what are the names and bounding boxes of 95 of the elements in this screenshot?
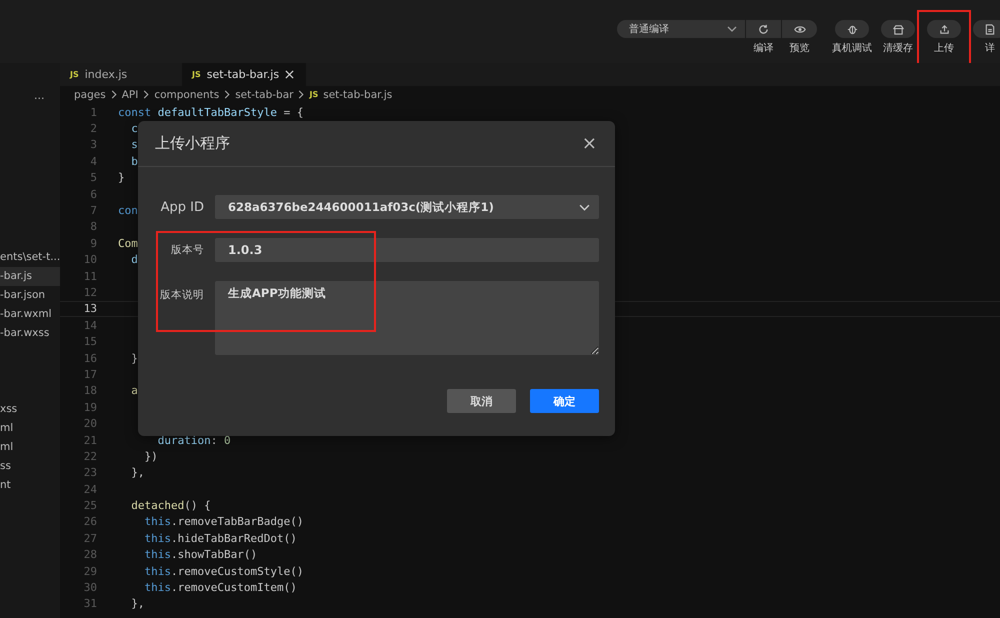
file-item[interactable]: ents\set-t... [0, 248, 60, 267]
file-item[interactable]: -bar.wxml [0, 305, 60, 324]
file-item[interactable]: -bar.json [0, 286, 60, 305]
dialog-title: 上传小程序 [155, 134, 230, 153]
code-line: a [130, 384, 138, 398]
line-number: 26 [82, 515, 97, 528]
line-number: 14 [82, 318, 97, 332]
line-number: 11 [82, 270, 97, 283]
file-type-label: JS [309, 90, 318, 99]
breadcrumb-item[interactable]: API [122, 88, 138, 100]
file-item[interactable]: ml [0, 438, 60, 457]
app-id-select[interactable]: 628a6376be244600011af03c(测试小程序1) [215, 195, 599, 219]
code-line: d [130, 253, 138, 266]
close-icon[interactable] [285, 70, 294, 79]
cancel-button[interactable]: 取消 [447, 389, 516, 413]
line-number: 16 [82, 352, 97, 365]
line-number: 24 [82, 482, 97, 496]
line-number: 18 [82, 384, 97, 398]
field-label: 版本说明 [159, 288, 204, 302]
refresh-icon [758, 24, 769, 34]
chevron-right-icon [110, 90, 117, 99]
line-number: 10 [82, 253, 97, 266]
line-number: 3 [89, 138, 97, 152]
version-field[interactable]: 1.0.3 [215, 238, 599, 262]
line-number: 28 [82, 548, 97, 562]
line-number: 12 [82, 286, 97, 299]
chevron-right-icon [298, 90, 304, 99]
line-number: 4 [89, 154, 97, 168]
code-line: this.removeCustomStyle() [143, 564, 304, 578]
code-line: c [130, 122, 138, 136]
chevron-right-icon [143, 90, 150, 99]
code-line: detached() { [130, 499, 211, 512]
line-number: 31 [82, 597, 97, 610]
editor-tab[interactable]: JS index.js [60, 63, 182, 86]
line-number: 20 [82, 417, 97, 430]
code-line: Com [118, 236, 138, 250]
line-number: 5 [89, 171, 97, 184]
chevron-right-icon [224, 90, 230, 99]
code-line: b [130, 154, 138, 168]
field-label: 版本号 [170, 243, 204, 257]
line-number: 8 [89, 220, 97, 234]
file-item[interactable]: -bar.js [0, 267, 60, 286]
line-number: 9 [89, 236, 97, 250]
line-number: 2 [89, 122, 97, 136]
mode-select[interactable]: 普通编译 [617, 20, 745, 38]
file-item[interactable]: xss [0, 400, 60, 419]
editor-tab[interactable]: JS set-tab-bar.js [182, 63, 306, 86]
code-line: }, [130, 597, 144, 610]
line-number: 22 [82, 450, 97, 463]
breadcrumb-item[interactable]: set-tab-bar [235, 88, 294, 100]
bug-icon [846, 24, 858, 34]
confirm-button[interactable]: 确定 [530, 389, 599, 413]
code-line: s [130, 138, 138, 152]
line-number: 23 [82, 466, 97, 480]
code-line: con [118, 204, 138, 218]
line-number: 30 [82, 581, 97, 594]
store-icon [892, 24, 904, 34]
line-number: 29 [82, 564, 97, 578]
more-button[interactable]: ... [34, 89, 44, 102]
line-number: 21 [82, 434, 97, 446]
field-label: App ID [160, 200, 204, 214]
code-line: duration: 0 [156, 434, 231, 446]
close-button[interactable]: × [578, 133, 601, 154]
eye-icon [794, 24, 806, 34]
code-line: this.removeTabBarBadge() [143, 515, 304, 528]
chevron-down-icon [579, 204, 590, 210]
file-item[interactable]: -bar.wxss [0, 324, 60, 343]
code-line: }) [143, 450, 158, 463]
chevron-down-icon [727, 26, 737, 32]
description-field[interactable]: 生成APP功能测试 [215, 281, 599, 355]
line-number: 15 [82, 335, 97, 348]
document-icon [985, 24, 995, 34]
code-line: } [130, 352, 138, 365]
line-number: 7 [89, 204, 97, 218]
line-number: 13 [82, 302, 97, 316]
line-number: 27 [82, 532, 97, 545]
file-item[interactable]: ml [0, 419, 60, 438]
breadcrumb-item[interactable]: pages [74, 88, 106, 100]
file-item[interactable]: ss [0, 457, 60, 476]
code-line: const defaultTabBarStyle = { [118, 106, 304, 119]
line-number: 25 [82, 499, 97, 512]
code-line: this.hideTabBarRedDot() [143, 532, 297, 545]
line-number: 19 [82, 400, 97, 414]
line-number: 1 [89, 106, 97, 119]
code-line: } [118, 171, 125, 184]
file-item[interactable]: nt [0, 476, 60, 495]
upload-icon [938, 24, 950, 34]
breadcrumb-item[interactable]: components [154, 88, 220, 100]
breadcrumb-item[interactable]: set-tab-bar.js [323, 88, 392, 100]
code-line: this.showTabBar() [143, 548, 258, 562]
toolbar-button[interactable]: 真机调试 [832, 20, 872, 55]
code-line: this.removeCustomItem() [143, 581, 297, 594]
code-line: }, [130, 466, 144, 480]
line-number: 17 [82, 368, 97, 381]
line-number: 6 [89, 188, 97, 201]
